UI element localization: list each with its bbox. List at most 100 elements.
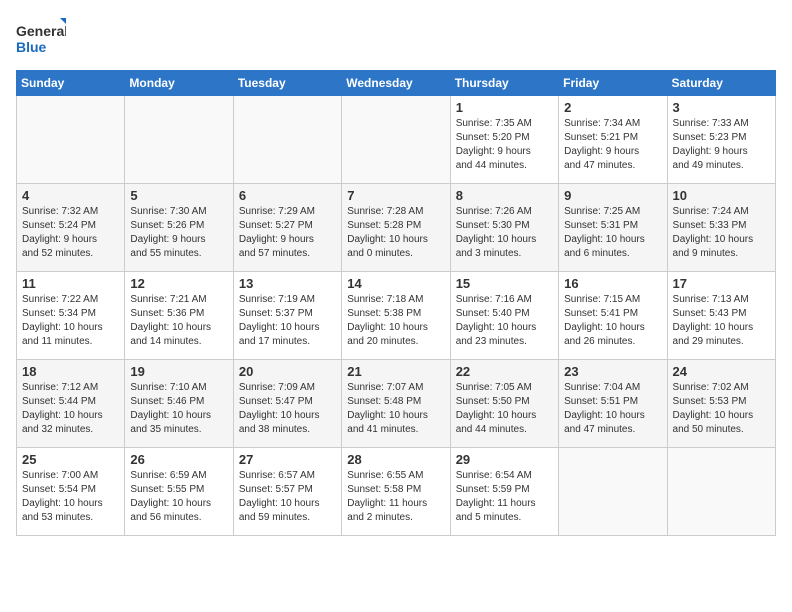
- calendar-day-cell: 15 Sunrise: 7:16 AM Sunset: 5:40 PM Dayli…: [450, 272, 558, 360]
- calendar-day-cell: 2 Sunrise: 7:34 AM Sunset: 5:21 PM Daylig…: [559, 96, 667, 184]
- day-number: 26: [130, 452, 227, 467]
- calendar-day-cell: 11 Sunrise: 7:22 AM Sunset: 5:34 PM Dayli…: [17, 272, 125, 360]
- day-info: Sunrise: 6:54 AM Sunset: 5:59 PM Dayligh…: [456, 469, 553, 525]
- calendar-day-cell: 6 Sunrise: 7:29 AM Sunset: 5:27 PM Daylig…: [233, 184, 341, 272]
- day-info: Sunrise: 7:02 AM Sunset: 5:53 PM Dayligh…: [673, 381, 770, 437]
- day-number: 20: [239, 364, 336, 379]
- calendar-day-cell: 22 Sunrise: 7:05 AM Sunset: 5:50 PM Dayli…: [450, 360, 558, 448]
- day-number: 15: [456, 276, 553, 291]
- calendar-day-cell: 20 Sunrise: 7:09 AM Sunset: 5:47 PM Dayli…: [233, 360, 341, 448]
- calendar-day-cell: 10 Sunrise: 7:24 AM Sunset: 5:33 PM Dayli…: [667, 184, 775, 272]
- calendar-day-cell: [17, 96, 125, 184]
- calendar-day-cell: 24 Sunrise: 7:02 AM Sunset: 5:53 PM Dayli…: [667, 360, 775, 448]
- logo: General Blue: [16, 16, 66, 60]
- calendar-day-cell: 8 Sunrise: 7:26 AM Sunset: 5:30 PM Daylig…: [450, 184, 558, 272]
- day-info: Sunrise: 6:57 AM Sunset: 5:57 PM Dayligh…: [239, 469, 336, 525]
- calendar-week-row: 25 Sunrise: 7:00 AM Sunset: 5:54 PM Dayli…: [17, 448, 776, 536]
- day-number: 8: [456, 188, 553, 203]
- day-number: 9: [564, 188, 661, 203]
- weekday-header-cell: Sunday: [17, 71, 125, 96]
- svg-text:General: General: [16, 23, 66, 39]
- day-number: 18: [22, 364, 119, 379]
- calendar-day-cell: 21 Sunrise: 7:07 AM Sunset: 5:48 PM Dayli…: [342, 360, 450, 448]
- calendar-day-cell: 13 Sunrise: 7:19 AM Sunset: 5:37 PM Dayli…: [233, 272, 341, 360]
- calendar-week-row: 11 Sunrise: 7:22 AM Sunset: 5:34 PM Dayli…: [17, 272, 776, 360]
- day-number: 6: [239, 188, 336, 203]
- day-number: 7: [347, 188, 444, 203]
- calendar-week-row: 1 Sunrise: 7:35 AM Sunset: 5:20 PM Daylig…: [17, 96, 776, 184]
- day-number: 4: [22, 188, 119, 203]
- logo-svg: General Blue: [16, 16, 66, 60]
- calendar-week-row: 18 Sunrise: 7:12 AM Sunset: 5:44 PM Dayli…: [17, 360, 776, 448]
- calendar-day-cell: 23 Sunrise: 7:04 AM Sunset: 5:51 PM Dayli…: [559, 360, 667, 448]
- day-info: Sunrise: 7:26 AM Sunset: 5:30 PM Dayligh…: [456, 205, 553, 261]
- day-number: 21: [347, 364, 444, 379]
- day-info: Sunrise: 7:10 AM Sunset: 5:46 PM Dayligh…: [130, 381, 227, 437]
- day-info: Sunrise: 6:55 AM Sunset: 5:58 PM Dayligh…: [347, 469, 444, 525]
- day-number: 11: [22, 276, 119, 291]
- day-info: Sunrise: 7:21 AM Sunset: 5:36 PM Dayligh…: [130, 293, 227, 349]
- calendar-day-cell: 3Sunrise: 7:33 AM Sunset: 5:23 PM Daylig…: [667, 96, 775, 184]
- day-info: Sunrise: 7:32 AM Sunset: 5:24 PM Dayligh…: [22, 205, 119, 261]
- day-info: Sunrise: 7:09 AM Sunset: 5:47 PM Dayligh…: [239, 381, 336, 437]
- day-info: Sunrise: 7:15 AM Sunset: 5:41 PM Dayligh…: [564, 293, 661, 349]
- calendar-day-cell: 1 Sunrise: 7:35 AM Sunset: 5:20 PM Daylig…: [450, 96, 558, 184]
- day-info: Sunrise: 6:59 AM Sunset: 5:55 PM Dayligh…: [130, 469, 227, 525]
- weekday-header-cell: Tuesday: [233, 71, 341, 96]
- calendar-day-cell: 17 Sunrise: 7:13 AM Sunset: 5:43 PM Dayli…: [667, 272, 775, 360]
- calendar-day-cell: 26 Sunrise: 6:59 AM Sunset: 5:55 PM Dayli…: [125, 448, 233, 536]
- weekday-header-row: SundayMondayTuesdayWednesdayThursdayFrid…: [17, 71, 776, 96]
- day-number: 25: [22, 452, 119, 467]
- calendar-day-cell: [125, 96, 233, 184]
- day-info: Sunrise: 7:22 AM Sunset: 5:34 PM Dayligh…: [22, 293, 119, 349]
- day-info: Sunrise: 7:04 AM Sunset: 5:51 PM Dayligh…: [564, 381, 661, 437]
- calendar-day-cell: [667, 448, 775, 536]
- day-number: 1: [456, 100, 553, 115]
- day-number: 10: [673, 188, 770, 203]
- weekday-header-cell: Saturday: [667, 71, 775, 96]
- calendar-day-cell: 16Sunrise: 7:15 AM Sunset: 5:41 PM Dayli…: [559, 272, 667, 360]
- day-info: Sunrise: 7:35 AM Sunset: 5:20 PM Dayligh…: [456, 117, 553, 173]
- day-number: 22: [456, 364, 553, 379]
- day-info: Sunrise: 7:34 AM Sunset: 5:21 PM Dayligh…: [564, 117, 661, 173]
- day-info: Sunrise: 7:07 AM Sunset: 5:48 PM Dayligh…: [347, 381, 444, 437]
- day-info: Sunrise: 7:33 AM Sunset: 5:23 PM Dayligh…: [673, 117, 770, 173]
- weekday-header-cell: Wednesday: [342, 71, 450, 96]
- header-area: General Blue: [16, 16, 776, 60]
- day-info: Sunrise: 7:24 AM Sunset: 5:33 PM Dayligh…: [673, 205, 770, 261]
- day-info: Sunrise: 7:00 AM Sunset: 5:54 PM Dayligh…: [22, 469, 119, 525]
- day-number: 17: [673, 276, 770, 291]
- calendar-day-cell: 29 Sunrise: 6:54 AM Sunset: 5:59 PM Dayli…: [450, 448, 558, 536]
- svg-text:Blue: Blue: [16, 39, 47, 55]
- calendar-day-cell: [559, 448, 667, 536]
- weekday-header-cell: Friday: [559, 71, 667, 96]
- weekday-header-cell: Monday: [125, 71, 233, 96]
- calendar-day-cell: 9 Sunrise: 7:25 AM Sunset: 5:31 PM Daylig…: [559, 184, 667, 272]
- day-info: Sunrise: 7:28 AM Sunset: 5:28 PM Dayligh…: [347, 205, 444, 261]
- calendar-day-cell: 25 Sunrise: 7:00 AM Sunset: 5:54 PM Dayli…: [17, 448, 125, 536]
- day-number: 24: [673, 364, 770, 379]
- weekday-header-cell: Thursday: [450, 71, 558, 96]
- day-info: Sunrise: 7:29 AM Sunset: 5:27 PM Dayligh…: [239, 205, 336, 261]
- calendar-day-cell: 27Sunrise: 6:57 AM Sunset: 5:57 PM Dayli…: [233, 448, 341, 536]
- day-number: 19: [130, 364, 227, 379]
- calendar-day-cell: 7 Sunrise: 7:28 AM Sunset: 5:28 PM Daylig…: [342, 184, 450, 272]
- calendar-week-row: 4 Sunrise: 7:32 AM Sunset: 5:24 PM Daylig…: [17, 184, 776, 272]
- day-info: Sunrise: 7:05 AM Sunset: 5:50 PM Dayligh…: [456, 381, 553, 437]
- day-info: Sunrise: 7:19 AM Sunset: 5:37 PM Dayligh…: [239, 293, 336, 349]
- day-info: Sunrise: 7:18 AM Sunset: 5:38 PM Dayligh…: [347, 293, 444, 349]
- day-number: 23: [564, 364, 661, 379]
- calendar-day-cell: [233, 96, 341, 184]
- day-info: Sunrise: 7:25 AM Sunset: 5:31 PM Dayligh…: [564, 205, 661, 261]
- calendar-day-cell: [342, 96, 450, 184]
- day-info: Sunrise: 7:13 AM Sunset: 5:43 PM Dayligh…: [673, 293, 770, 349]
- day-number: 5: [130, 188, 227, 203]
- calendar-day-cell: 28Sunrise: 6:55 AM Sunset: 5:58 PM Dayli…: [342, 448, 450, 536]
- day-info: Sunrise: 7:16 AM Sunset: 5:40 PM Dayligh…: [456, 293, 553, 349]
- day-number: 29: [456, 452, 553, 467]
- day-number: 2: [564, 100, 661, 115]
- day-info: Sunrise: 7:12 AM Sunset: 5:44 PM Dayligh…: [22, 381, 119, 437]
- day-info: Sunrise: 7:30 AM Sunset: 5:26 PM Dayligh…: [130, 205, 227, 261]
- day-number: 14: [347, 276, 444, 291]
- day-number: 13: [239, 276, 336, 291]
